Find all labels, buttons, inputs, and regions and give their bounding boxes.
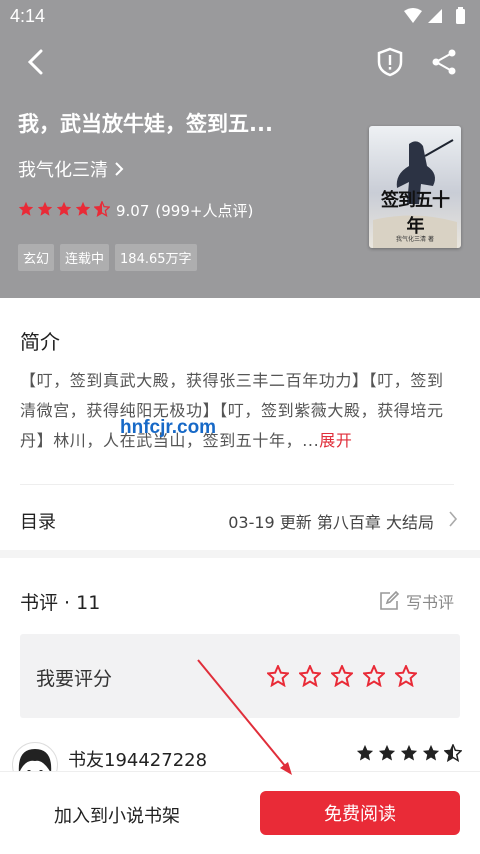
rating-count: (999+人点评) <box>155 202 254 220</box>
bottom-bar: 加入到小说书架 免费阅读 <box>0 771 480 854</box>
star-icon <box>267 665 289 687</box>
star-icon <box>378 744 396 761</box>
star-icon <box>331 665 353 687</box>
catalog-row[interactable]: 目录 03-19 更新 第八百章 大结局 <box>0 492 480 548</box>
book-cover[interactable]: 签到五十年 我气化三清 著 <box>369 126 461 248</box>
tag-list: 玄幻 连载中 184.65万字 <box>18 244 197 271</box>
tag-item: 连载中 <box>60 244 110 271</box>
expand-link[interactable]: 展开 <box>319 431 352 450</box>
status-icons <box>402 7 472 31</box>
review-username: 书友194427228 <box>68 750 208 771</box>
star-icon <box>444 744 462 762</box>
edit-icon <box>380 590 400 610</box>
book-header: 4:14 我，武当放牛娃，签到五... 我气化三清 9.07 (999+人点评)… <box>0 0 480 298</box>
rating-value: 9.07 <box>116 201 150 220</box>
chevron-left-icon <box>27 49 43 75</box>
catalog-label: 目录 <box>20 512 56 533</box>
cover-title: 签到五十年 <box>381 190 450 237</box>
write-review-label: 写书评 <box>405 593 454 612</box>
status-time: 4:14 <box>10 6 46 26</box>
catalog-date: 03-19 <box>228 513 275 532</box>
author-name: 我气化三清 <box>18 160 108 181</box>
catalog-latest: 03-19 更新 第八百章 大结局 <box>228 509 434 533</box>
tag-item: 184.65万字 <box>115 244 197 271</box>
star-icon <box>356 744 374 761</box>
star-icon <box>422 744 440 761</box>
intro-title: 简介 <box>20 330 60 354</box>
report-button[interactable] <box>366 38 414 86</box>
rate-box: 我要评分 <box>20 634 460 718</box>
star-icon <box>400 744 418 761</box>
divider <box>20 484 454 485</box>
watermark: hnfcjr.com <box>120 417 217 438</box>
catalog-update-label: 更新 <box>279 513 312 532</box>
share-button[interactable] <box>420 38 468 86</box>
rate-prompt: 我要评分 <box>36 668 113 690</box>
intro-body: 【叮，签到真武大殿，获得张三丰二百年功力】【叮，签到清微宫，获得纯阳无极功】【叮… <box>20 371 444 450</box>
status-bar: 4:14 <box>0 0 480 34</box>
star-icon <box>299 665 321 687</box>
rating-row: 9.07 (999+人点评) <box>18 199 254 221</box>
back-button[interactable] <box>12 38 60 86</box>
author-link[interactable]: 我气化三清 <box>18 156 124 182</box>
star-icon <box>56 201 72 216</box>
rate-stars[interactable] <box>267 665 420 687</box>
cover-author: 我气化三清 著 <box>396 236 434 243</box>
chevron-right-icon <box>115 162 124 176</box>
chevron-right-icon <box>449 511 458 527</box>
star-icon <box>18 201 34 216</box>
write-review-button[interactable]: 写书评 <box>378 589 454 613</box>
share-icon <box>432 49 456 75</box>
intro-text[interactable]: 【叮，签到真武大殿，获得张三丰二百年功力】【叮，签到清微宫，获得纯阳无极功】【叮… <box>20 366 460 456</box>
rating-stars <box>18 199 113 221</box>
book-title: 我，武当放牛娃，签到五... <box>18 112 273 136</box>
review-user-stars <box>356 744 462 762</box>
star-icon <box>395 665 417 687</box>
add-to-shelf-button[interactable]: 加入到小说书架 <box>54 802 180 828</box>
star-icon <box>37 201 53 216</box>
catalog-chapter: 第八百章 大结局 <box>316 513 434 532</box>
reviews-title: 书评 · 11 <box>20 592 101 614</box>
tag-item: 玄幻 <box>18 244 55 271</box>
star-icon <box>363 665 385 687</box>
free-read-button[interactable]: 免费阅读 <box>260 791 460 835</box>
shield-alert-icon <box>377 47 403 77</box>
star-icon <box>75 201 91 216</box>
star-icon <box>93 199 111 217</box>
